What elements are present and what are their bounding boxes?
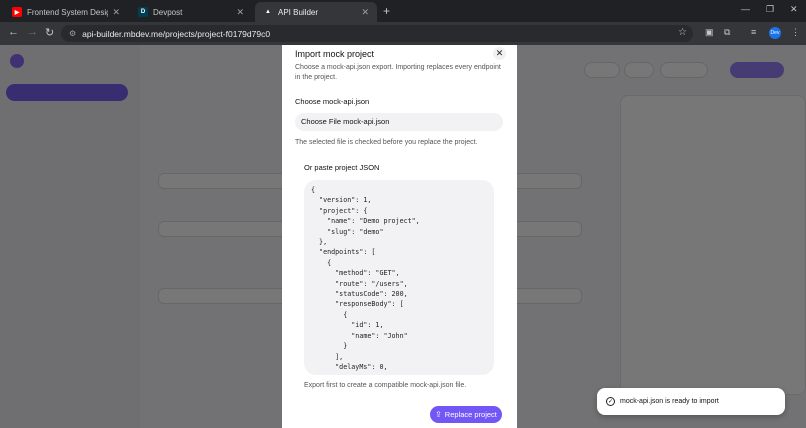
replace-project-label: Replace project	[444, 410, 497, 419]
check-circle-icon: ✓	[606, 397, 615, 406]
toast-notification: ✓ mock-api.json is ready to import	[597, 388, 785, 415]
browser-tabstrip: ▶ Frontend System Design Explai ✕ D Devp…	[0, 0, 806, 22]
browser-toolbar: ← → ↻ ⚙ api-builder.mbdev.me/projects/pr…	[0, 22, 806, 45]
address-url: api-builder.mbdev.me/projects/project-f0…	[82, 28, 271, 39]
minimize-icon[interactable]: —	[741, 4, 750, 14]
browser-tab-youtube[interactable]: ▶ Frontend System Design Explai ✕	[4, 2, 128, 22]
restore-icon[interactable]: ❐	[766, 4, 774, 15]
profile-avatar[interactable]: Dev	[769, 27, 781, 39]
choose-file-label: Choose mock-api.json	[295, 97, 370, 106]
upload-icon: ⇪	[435, 410, 442, 419]
close-tab-icon[interactable]: ✕	[112, 7, 120, 18]
browser-tab-api-builder[interactable]: ▲ API Builder ✕	[255, 2, 377, 22]
close-icon[interactable]: ✕	[493, 47, 506, 60]
modal-title: Import mock project	[295, 49, 375, 59]
tab-title: Frontend System Design Explai	[27, 7, 109, 17]
extension-icon[interactable]: ▣	[705, 27, 714, 38]
modal-description: Choose a mock-api.json export. Importing…	[295, 64, 501, 81]
close-tab-icon[interactable]: ✕	[361, 7, 369, 18]
export-hint: Export first to create a compatible mock…	[304, 382, 467, 389]
youtube-icon: ▶	[12, 7, 22, 17]
browser-tab-devpost[interactable]: D Devpost ✕	[130, 2, 252, 22]
media-icon[interactable]: ≡	[751, 27, 756, 37]
back-icon[interactable]: ←	[8, 26, 19, 38]
import-modal: Import mock project ✕ Choose a mock-api.…	[282, 45, 517, 428]
file-input[interactable]: Choose File mock-api.json	[295, 113, 503, 131]
close-window-icon[interactable]: ✕	[790, 4, 798, 15]
bookmark-star-icon[interactable]: ☆	[678, 27, 687, 38]
paste-json-label: Or paste project JSON	[304, 163, 380, 172]
site-info-icon[interactable]: ⚙	[69, 29, 76, 38]
replace-project-button[interactable]: ⇪ Replace project	[430, 406, 502, 423]
json-textarea[interactable]: { "version": 1, "project": { "name": "De…	[304, 180, 494, 375]
address-bar[interactable]: ⚙ api-builder.mbdev.me/projects/project-…	[61, 25, 693, 42]
api-builder-icon: ▲	[265, 9, 271, 15]
browser-menu-icon[interactable]: ⋮	[791, 27, 800, 38]
forward-icon[interactable]: →	[27, 26, 38, 38]
reload-icon[interactable]: ↻	[45, 26, 54, 39]
tab-title: API Builder	[278, 7, 319, 17]
puzzle-icon[interactable]: ⧉	[724, 27, 730, 38]
tab-title: Devpost	[153, 7, 183, 17]
toast-message: mock-api.json is ready to import	[620, 398, 719, 405]
file-help-text: The selected file is checked before you …	[295, 139, 478, 146]
close-tab-icon[interactable]: ✕	[236, 7, 244, 18]
new-tab-icon[interactable]: +	[383, 4, 390, 18]
devpost-icon: D	[138, 7, 148, 17]
